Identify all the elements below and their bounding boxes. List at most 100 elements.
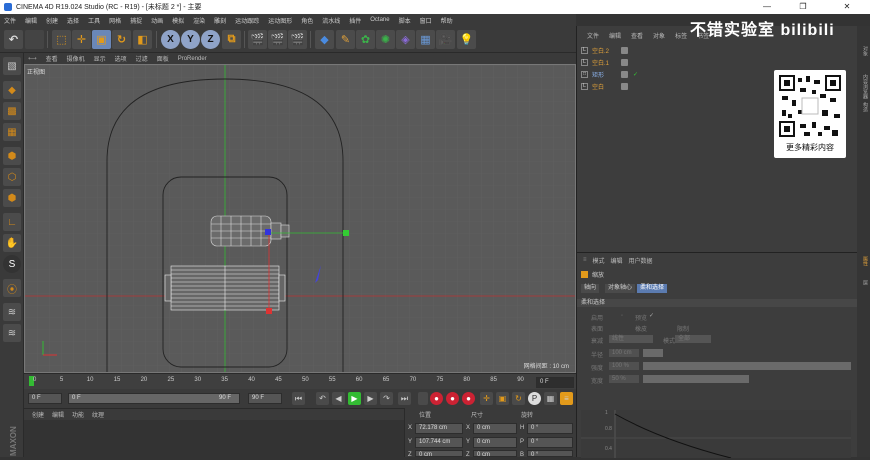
material-menu-item[interactable]: 功能 [72,410,84,419]
menu-item[interactable]: 文件 [4,16,16,25]
rot-b-field[interactable]: 0 ° [527,450,573,458]
prev-frame-icon[interactable]: ◀ [332,392,345,405]
viewport-canvas[interactable] [25,65,576,373]
object-menu-item[interactable]: 对象 [653,31,665,40]
pen-spline-icon[interactable]: ✎ [336,30,355,49]
record-key-icon[interactable]: ● [430,392,443,405]
texture-mode-icon[interactable]: ▩ [3,102,21,120]
viewport-front[interactable]: 正视图 网格间距 : 10 cm [24,64,576,373]
viewport-menu-item[interactable]: 摄像机 [67,54,85,63]
keyframe-selection-icon[interactable]: ● [462,392,475,405]
rotate-tool-icon[interactable]: ↻ [112,30,131,49]
menu-item[interactable]: 工具 [88,16,100,25]
light-icon[interactable]: 💡 [457,30,476,49]
material-menu-item[interactable]: 创建 [32,410,44,419]
make-editable-icon[interactable]: ▧ [3,57,21,75]
rot-h-field[interactable]: 0 ° [527,423,573,434]
viewport-menu-item[interactable]: ProRender [178,56,207,62]
axis-mode-icon[interactable]: ∟ [3,213,21,231]
attr-menu-item[interactable]: 用户数据 [629,256,653,265]
rotate-key-icon[interactable]: ↻ [512,392,525,405]
pos-y-field[interactable]: 107.744 cm [415,437,463,448]
pos-z-field[interactable]: 0 cm [415,450,463,458]
play-icon[interactable]: ▶ [348,392,361,405]
material-menu-item[interactable]: 编辑 [52,410,64,419]
width-field[interactable]: 50 % [609,375,639,383]
polygons-mode-icon[interactable]: ⬢ [3,189,21,207]
autokey-icon[interactable]: ● [446,392,459,405]
viewport-menu-item[interactable]: 查看 [46,54,58,63]
object-row[interactable]: L 空白 [581,82,628,91]
go-start-icon[interactable]: ⏮ [292,392,305,405]
coordinate-system-icon[interactable]: ⧉ [222,30,241,49]
attr-menu-item[interactable]: 模式 [593,256,605,265]
menu-item[interactable]: 模拟 [172,16,184,25]
edges-mode-icon[interactable]: ⬡ [3,168,21,186]
mode-dropdown[interactable]: 全部 [675,335,711,343]
camera-icon[interactable]: 🎥 [436,30,455,49]
undo-icon[interactable]: ↶ [4,30,23,49]
menu-item[interactable]: 脚本 [399,16,411,25]
menu-item[interactable]: 运动图形 [268,16,292,25]
viewport-menu-item[interactable]: 显示 [94,54,106,63]
viewport-menu-item[interactable]: 选项 [115,54,127,63]
size-x-field[interactable]: 0 cm [473,423,517,434]
tweak-mode-icon[interactable]: ✋ [3,234,21,252]
close-button[interactable]: ✕ [836,0,858,14]
scale-key-icon[interactable]: ▣ [496,392,509,405]
visibility-toggle[interactable] [621,70,628,78]
timeline-menu-icon[interactable]: ≡ [560,392,573,405]
model-mode-icon[interactable]: ◆ [3,81,21,99]
radius-slider[interactable] [643,349,663,357]
menu-item[interactable]: 创建 [46,16,58,25]
object-row[interactable]: L 空白.2 [581,46,628,55]
end-frame-field[interactable]: 90 F [248,393,282,404]
minimize-button[interactable]: — [756,0,778,14]
viewport-toggle-icon[interactable]: ⟷ [28,55,37,62]
layer-icon[interactable]: ≋ [3,303,21,321]
tab-soft-selection[interactable]: 柔和选择 [637,284,668,293]
start-frame-field[interactable]: 0 F [28,393,62,404]
menu-item[interactable]: 选择 [67,16,79,25]
redo-icon[interactable] [25,30,44,49]
workplane-icon[interactable]: ▦ [3,123,21,141]
next-key-icon[interactable]: ↷ [380,392,393,405]
cube-primitive-icon[interactable]: ◆ [315,30,334,49]
move-key-icon[interactable]: ✛ [480,392,493,405]
z-axis-lock-button[interactable]: Z [201,30,220,49]
visibility-toggle[interactable] [621,82,628,90]
material-manager[interactable] [24,420,404,457]
object-menu-item[interactable]: 查看 [631,31,643,40]
menu-item[interactable]: 网格 [109,16,121,25]
object-menu-item[interactable]: 文件 [587,31,599,40]
size-z-field[interactable]: 0 cm [473,450,517,458]
falloff-graph[interactable]: 1 0.8 0.4 [581,410,851,459]
x-axis-lock-button[interactable]: X [161,30,180,49]
loop-icon[interactable] [418,392,428,405]
side-tab-attributes[interactable]: 属性 [859,256,869,266]
point-level-icon[interactable]: ▦ [544,392,557,405]
menu-item[interactable]: 流水线 [322,16,340,25]
visibility-toggle[interactable] [621,58,628,66]
points-mode-icon[interactable]: ⬢ [3,147,21,165]
subdivision-icon[interactable]: ✿ [356,30,375,49]
prev-key-icon[interactable]: ↶ [316,392,329,405]
size-y-field[interactable]: 0 cm [473,437,517,448]
viewport-menu-item[interactable]: 面板 [157,54,169,63]
pos-x-field[interactable]: 72.178 cm [415,423,463,434]
strength-field[interactable]: 100 % [609,362,639,370]
object-menu-item[interactable]: 编辑 [609,31,621,40]
locked-workplane-icon[interactable]: ⦿ [3,279,21,297]
material-menu-item[interactable]: 纹理 [92,410,104,419]
falloff-dropdown[interactable]: 线性 [609,335,653,343]
object-row[interactable]: L 空白.1 [581,58,628,67]
current-frame-field[interactable]: 0 F [536,377,574,388]
render-view-icon[interactable]: 🎬 [248,30,267,49]
layer-2-icon[interactable]: ≋ [3,324,21,342]
render-settings-icon[interactable]: 🎬 [288,30,307,49]
move-tool-icon[interactable]: ✛ [72,30,91,49]
menu-item[interactable]: 运动跟踪 [235,16,259,25]
select-tool-icon[interactable]: ⬚ [52,30,71,49]
menu-item[interactable]: 帮助 [441,16,453,25]
timeline-ruler[interactable]: 0 5 10 15 20 25 30 35 40 45 50 55 60 65 70 75 80 85 90 0 F [24,373,576,389]
